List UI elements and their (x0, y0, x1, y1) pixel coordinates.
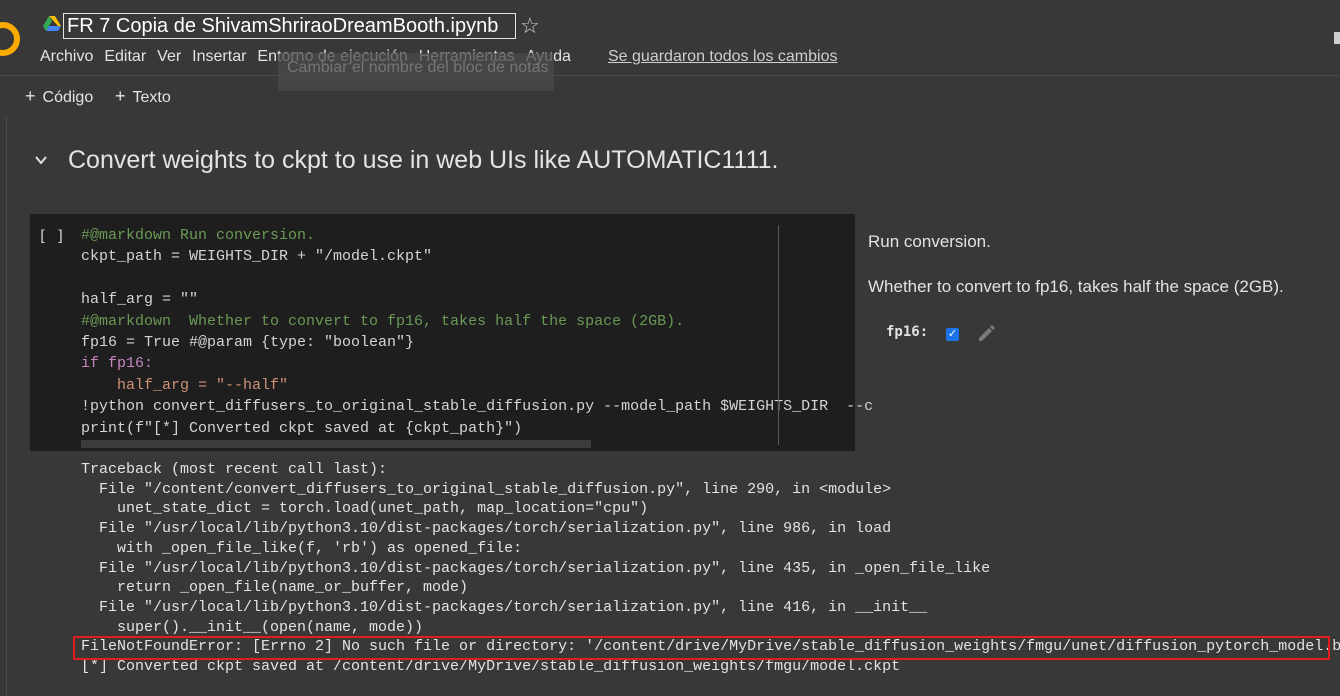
form-text-run: Run conversion. (868, 232, 991, 251)
code-line: if fp16: (81, 355, 154, 373)
plus-icon: + (115, 86, 126, 106)
code-line: #@markdown Whether to convert to fp16, t… (81, 312, 685, 330)
plus-icon: + (25, 86, 36, 106)
section-heading: Convert weights to ckpt to use in web UI… (68, 146, 779, 174)
run-cell-button[interactable]: [ ] (38, 227, 65, 245)
fp16-checkbox[interactable]: ✓ (946, 328, 959, 341)
add-text-label: Texto (132, 89, 171, 106)
pencil-icon[interactable] (975, 322, 997, 344)
star-icon[interactable]: ☆ (520, 14, 540, 38)
menu-archivo[interactable]: Archivo (40, 48, 93, 66)
code-line: ckpt_path = WEIGHTS_DIR + "/model.ckpt" (81, 248, 433, 266)
saved-status-link[interactable]: Se guardaron todos los cambios (608, 48, 837, 66)
code-form-divider (778, 225, 779, 445)
notebook-title-input[interactable]: FR 7 Copia de ShivamShriraoDreamBooth.ip… (63, 13, 516, 39)
code-line: print(f"[*] Converted ckpt saved at {ckp… (81, 419, 523, 437)
error-highlight-box (73, 636, 1330, 660)
code-line: #@markdown Run conversion. (81, 227, 316, 244)
output-line: Traceback (most recent call last): (81, 461, 388, 478)
window-edge-control (1334, 32, 1340, 44)
add-code-button[interactable]: + Código (25, 86, 93, 107)
output-line: [*] Converted ckpt saved at /content/dri… (81, 658, 901, 676)
menu-editar[interactable]: Editar (104, 48, 146, 66)
form-pane: Run conversion. (868, 232, 991, 252)
output-line: super().__init__(open(name, mode)) (81, 618, 424, 636)
output-line: return _open_file(name_or_buffer, mode) (81, 579, 469, 597)
google-drive-icon[interactable] (43, 16, 61, 32)
output-line: File "/usr/local/lib/python3.10/dist-pac… (81, 559, 991, 577)
rename-tooltip: Cambiar el nombre del bloc de notas (278, 53, 554, 91)
output-line: unet_state_dict = torch.load(unet_path, … (81, 500, 649, 518)
code-line: half_arg = "--half" (81, 376, 289, 394)
fp16-label: fp16: (886, 324, 929, 340)
menu-insertar[interactable]: Insertar (192, 48, 246, 66)
code-line: half_arg = "" (81, 291, 199, 309)
form-text-fp16: Whether to convert to fp16, takes half t… (868, 277, 1284, 296)
chevron-down-icon[interactable] (34, 153, 48, 167)
code-line: !python convert_diffusers_to_original_st… (81, 398, 874, 416)
output-line: File "/content/convert_diffusers_to_orig… (81, 480, 892, 498)
menu-ver[interactable]: Ver (157, 48, 181, 66)
add-text-button[interactable]: + Texto (115, 86, 171, 107)
horizontal-scrollbar[interactable] (81, 440, 591, 448)
code-editor[interactable]: #@markdown Run conversion. ckpt_path = W… (81, 225, 873, 439)
output-line: with _open_file_like(f, 'rb') as opened_… (81, 539, 523, 557)
code-line: fp16 = True #@param {type: "boolean"} (81, 334, 415, 352)
output-line: File "/usr/local/lib/python3.10/dist-pac… (81, 520, 892, 538)
output-line: File "/usr/local/lib/python3.10/dist-pac… (81, 598, 928, 616)
add-code-label: Código (42, 89, 94, 106)
